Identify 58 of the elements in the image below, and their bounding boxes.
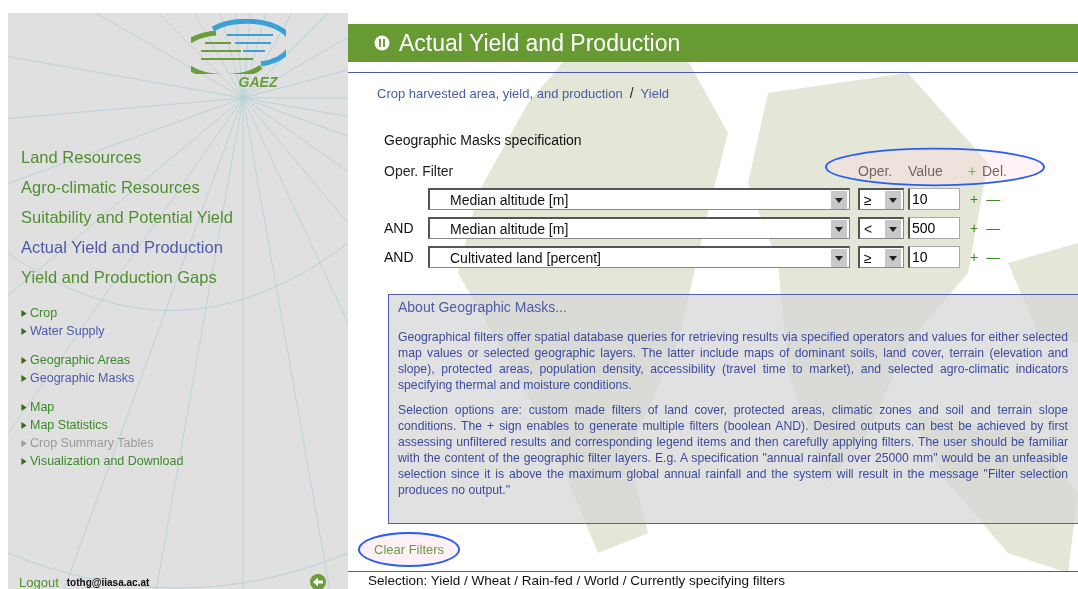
delete-filter-link[interactable]: — <box>986 249 1001 265</box>
nav-item[interactable]: Land Resources <box>21 142 142 172</box>
clear-filters-button[interactable]: Clear Filters <box>358 532 461 567</box>
subnav-link[interactable]: Visualization and Download <box>21 452 184 470</box>
subnav-link[interactable]: Map Statistics <box>21 416 108 434</box>
about-paragraph: Selection options are: custom made filters of land cover, protected areas, climatic zones and soil and terrain slope conditions. The + sign enables to generate multiple filters (boolean AND). Desired outputs can best be achieved by first assessing unfiltered results and corresponding legend items and then carefully applying filters. The user should be familiar with the content of the geographic filter layers. E.g. A specification "annual rainfall over 25000 mm" would be an unfeasible selection since it is above the maximum global annual rainfall and the system will result in the message "Filter selection produces no output." <box>398 402 1068 498</box>
operator-label: AND <box>384 220 415 236</box>
page-title: Actual Yield and Production <box>399 29 681 57</box>
subnav-link: Crop Summary Tables <box>21 434 154 452</box>
subnav-link[interactable]: Crop <box>21 304 58 322</box>
triangle-bullet-icon <box>21 439 27 447</box>
status-bar: Selection: Yield / Wheat / Rain-fed / World / Currently specifying filters <box>348 571 1078 589</box>
about-paragraph: Geographical filters offer spatial database queries for retrieving results via specified operators and values for either selected map values or selected geographic layers. The latter include maps of dominant soils, land cover, terrain (elevation and slope), protected areas, population density, accessibility (travel time to market), and selected agro-climatic indicators specifying thermal and moisture conditions. <box>398 329 1068 393</box>
delete-filter-link[interactable]: — <box>986 220 1001 236</box>
triangle-bullet-icon <box>21 421 27 429</box>
operator-dropdown[interactable]: ≥ <box>858 188 904 210</box>
breadcrumb-link[interactable]: Crop harvested area, yield, and production <box>377 86 623 101</box>
triangle-bullet-icon <box>21 403 27 411</box>
triangle-bullet-icon <box>21 309 27 317</box>
nav-item[interactable]: Agro-climatic Resources <box>21 172 200 202</box>
add-filter-link[interactable]: + <box>970 220 979 236</box>
value-input[interactable]: 10 <box>908 246 960 268</box>
filter-dropdown[interactable]: Cultivated land [percent] <box>428 246 850 268</box>
globe-logo-icon <box>190 19 286 74</box>
column-header: Oper. Filter <box>384 163 455 179</box>
section-title: Geographic Masks specification <box>383 132 583 148</box>
value-input[interactable]: 10 <box>908 188 960 210</box>
delete-filter-link[interactable]: — <box>986 191 1001 207</box>
column-header: Del. <box>982 163 1007 179</box>
add-filter-link[interactable]: + <box>970 191 979 207</box>
breadcrumb-separator: / <box>629 85 634 101</box>
nav-item[interactable]: Yield and Production Gaps <box>21 262 217 292</box>
operator-label: AND <box>384 249 415 265</box>
triangle-bullet-icon <box>21 374 27 382</box>
subnav-link[interactable]: Water Supply <box>21 322 105 340</box>
logo-text: GAEZ <box>238 74 278 90</box>
subnav-link[interactable]: Geographic Areas <box>21 351 131 369</box>
operator-dropdown[interactable]: < <box>858 217 904 239</box>
nav-item[interactable]: Suitability and Potential Yield <box>21 202 233 232</box>
filter-dropdown[interactable]: Median altitude [m] <box>428 217 850 239</box>
nav-item[interactable]: Actual Yield and Production <box>21 232 223 262</box>
value-input[interactable]: 500 <box>908 217 960 239</box>
column-header: + <box>968 163 978 179</box>
column-header: Oper. <box>858 163 894 179</box>
triangle-bullet-icon <box>21 457 27 465</box>
column-header: Value <box>908 163 944 179</box>
triangle-bullet-icon <box>21 356 27 364</box>
subnav-link[interactable]: Geographic Masks <box>21 369 135 387</box>
add-filter-link[interactable]: + <box>970 249 979 265</box>
back-arrow-icon[interactable] <box>310 574 326 589</box>
about-title: About Geographic Masks... <box>398 299 568 315</box>
logout-link[interactable]: Logout <box>19 574 59 589</box>
user-email: tothg@iiasa.ac.at <box>66 576 150 588</box>
subnav-link[interactable]: Map <box>21 398 55 416</box>
triangle-bullet-icon <box>21 327 27 335</box>
breadcrumb-link[interactable]: Yield <box>640 86 670 101</box>
filter-dropdown[interactable]: Median altitude [m] <box>428 188 850 210</box>
operator-dropdown[interactable]: ≥ <box>858 246 904 268</box>
